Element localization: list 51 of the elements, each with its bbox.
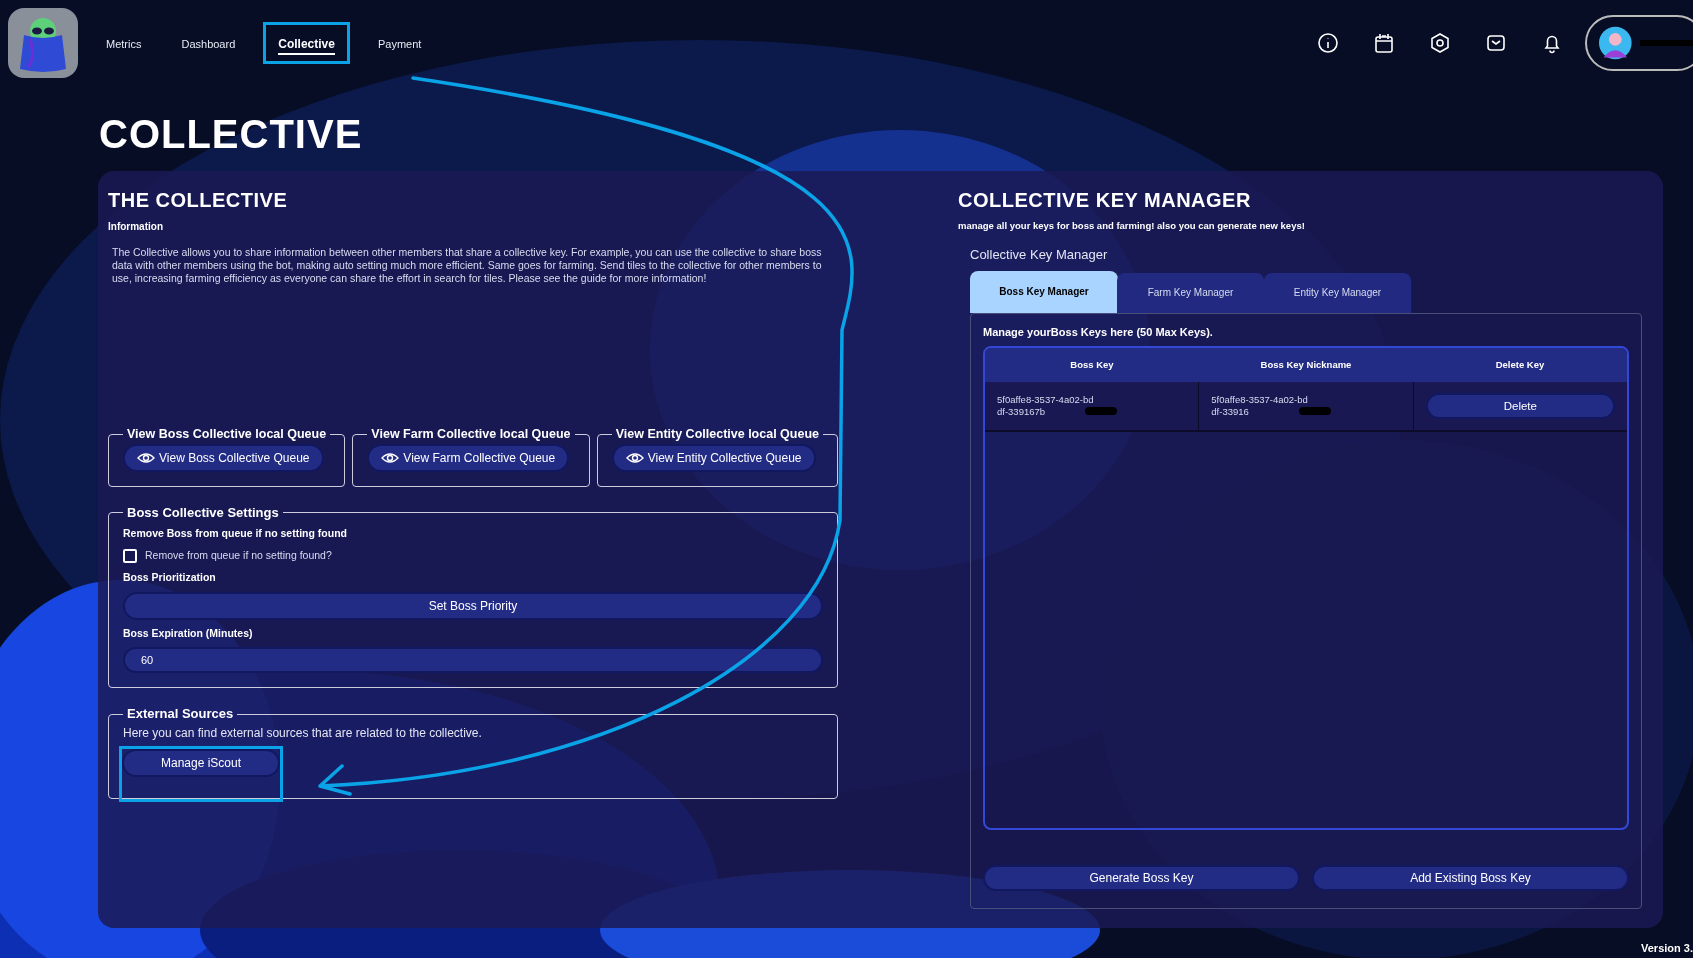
set-priority-button[interactable]: Set Boss Priority <box>123 591 823 620</box>
calendar-icon[interactable] <box>1373 32 1395 54</box>
tab[interactable]: Entity Key Manager <box>1264 272 1412 313</box>
table-cell-text: 5f0affe8-3537-4a02-bddf-339167b <box>997 394 1095 419</box>
section-subtitle: Information <box>108 220 164 234</box>
group-legend: Boss Collective Settings <box>123 502 283 523</box>
eye-icon <box>381 451 400 464</box>
page-title: COLLECTIVE <box>99 114 364 154</box>
field-label: Boss Expiration (Minutes) <box>123 625 254 641</box>
group-legend: View Farm Collective local Queue <box>367 425 575 444</box>
external-sources-text: Here you can find external sources that are related to the collective. <box>123 724 483 742</box>
eye-icon <box>625 451 644 464</box>
view-queue-button[interactable]: View Entity Collective Queue <box>611 443 816 472</box>
view-queue-button[interactable]: View Boss Collective Queue <box>123 443 324 472</box>
group-legend: External Sources <box>123 704 238 724</box>
mail-icon[interactable] <box>1485 32 1507 54</box>
version-label: Version 3. <box>1641 940 1693 956</box>
app-logo[interactable] <box>8 8 78 78</box>
group-legend: View Entity Collective local Queue <box>611 425 823 444</box>
avatar-icon <box>1599 25 1632 61</box>
field-label: Remove Boss from queue if no setting found <box>123 526 348 542</box>
tab[interactable]: Boss Key Manager <box>970 270 1118 313</box>
tab[interactable]: Farm Key Manager <box>1117 272 1265 313</box>
settings-icon[interactable] <box>1429 32 1451 54</box>
view-queue-button[interactable]: View Farm Collective Queue <box>367 443 570 472</box>
key-action-button[interactable]: Generate Boss Key <box>983 865 1300 892</box>
remove-checkbox[interactable]: Remove from queue if no setting found? <box>123 548 823 564</box>
delete-button[interactable]: Delete <box>1425 393 1615 420</box>
nav-link[interactable]: Dashboard <box>181 38 236 50</box>
nav-link[interactable]: Metrics <box>106 38 142 50</box>
table-cell-text: 5f0affe8-3537-4a02-bddf-33916 <box>1211 394 1309 419</box>
description-text: The Collective allows you to share information between other members that share a collective key. For example, you can use the collective to share boss data with other members using the bot, making auto setting much more efficient. Same goes for farming. Send tiles to the collective for other members to use, increasing farming efficiency as everyone can share the effort in search for tiles. Please see the guide for more information! <box>111 246 823 285</box>
section-title: COLLECTIVE KEY MANAGER <box>958 188 1252 213</box>
section-subtitle: manage all your keys for boss and farming! also you can generate new keys! <box>958 219 1306 233</box>
column-header: Boss Key Nickname <box>1259 358 1353 373</box>
profile-pill[interactable] <box>1585 15 1693 71</box>
checkbox[interactable] <box>123 548 137 563</box>
column-header: Boss Key <box>1069 358 1115 373</box>
section-title: THE COLLECTIVE <box>108 188 289 213</box>
manage-iscout-button[interactable]: Manage iScout <box>122 748 280 777</box>
column-header: Delete Key <box>1494 358 1546 373</box>
eye-icon <box>137 451 155 464</box>
nav-link[interactable]: Collective <box>278 37 335 55</box>
expiration-input[interactable]: 60 <box>123 647 823 674</box>
nav-link[interactable]: Payment <box>378 38 422 50</box>
key-action-button[interactable]: Add Existing Boss Key <box>1312 865 1629 892</box>
panel-heading: Collective Key Manager <box>970 246 1109 265</box>
group-legend: View Boss Collective local Queue <box>123 425 331 444</box>
info-icon[interactable] <box>1317 32 1339 54</box>
panel-note: Manage yourBoss Keys here (50 Max Keys). <box>983 324 1214 340</box>
field-label: Boss Prioritization <box>123 569 217 585</box>
